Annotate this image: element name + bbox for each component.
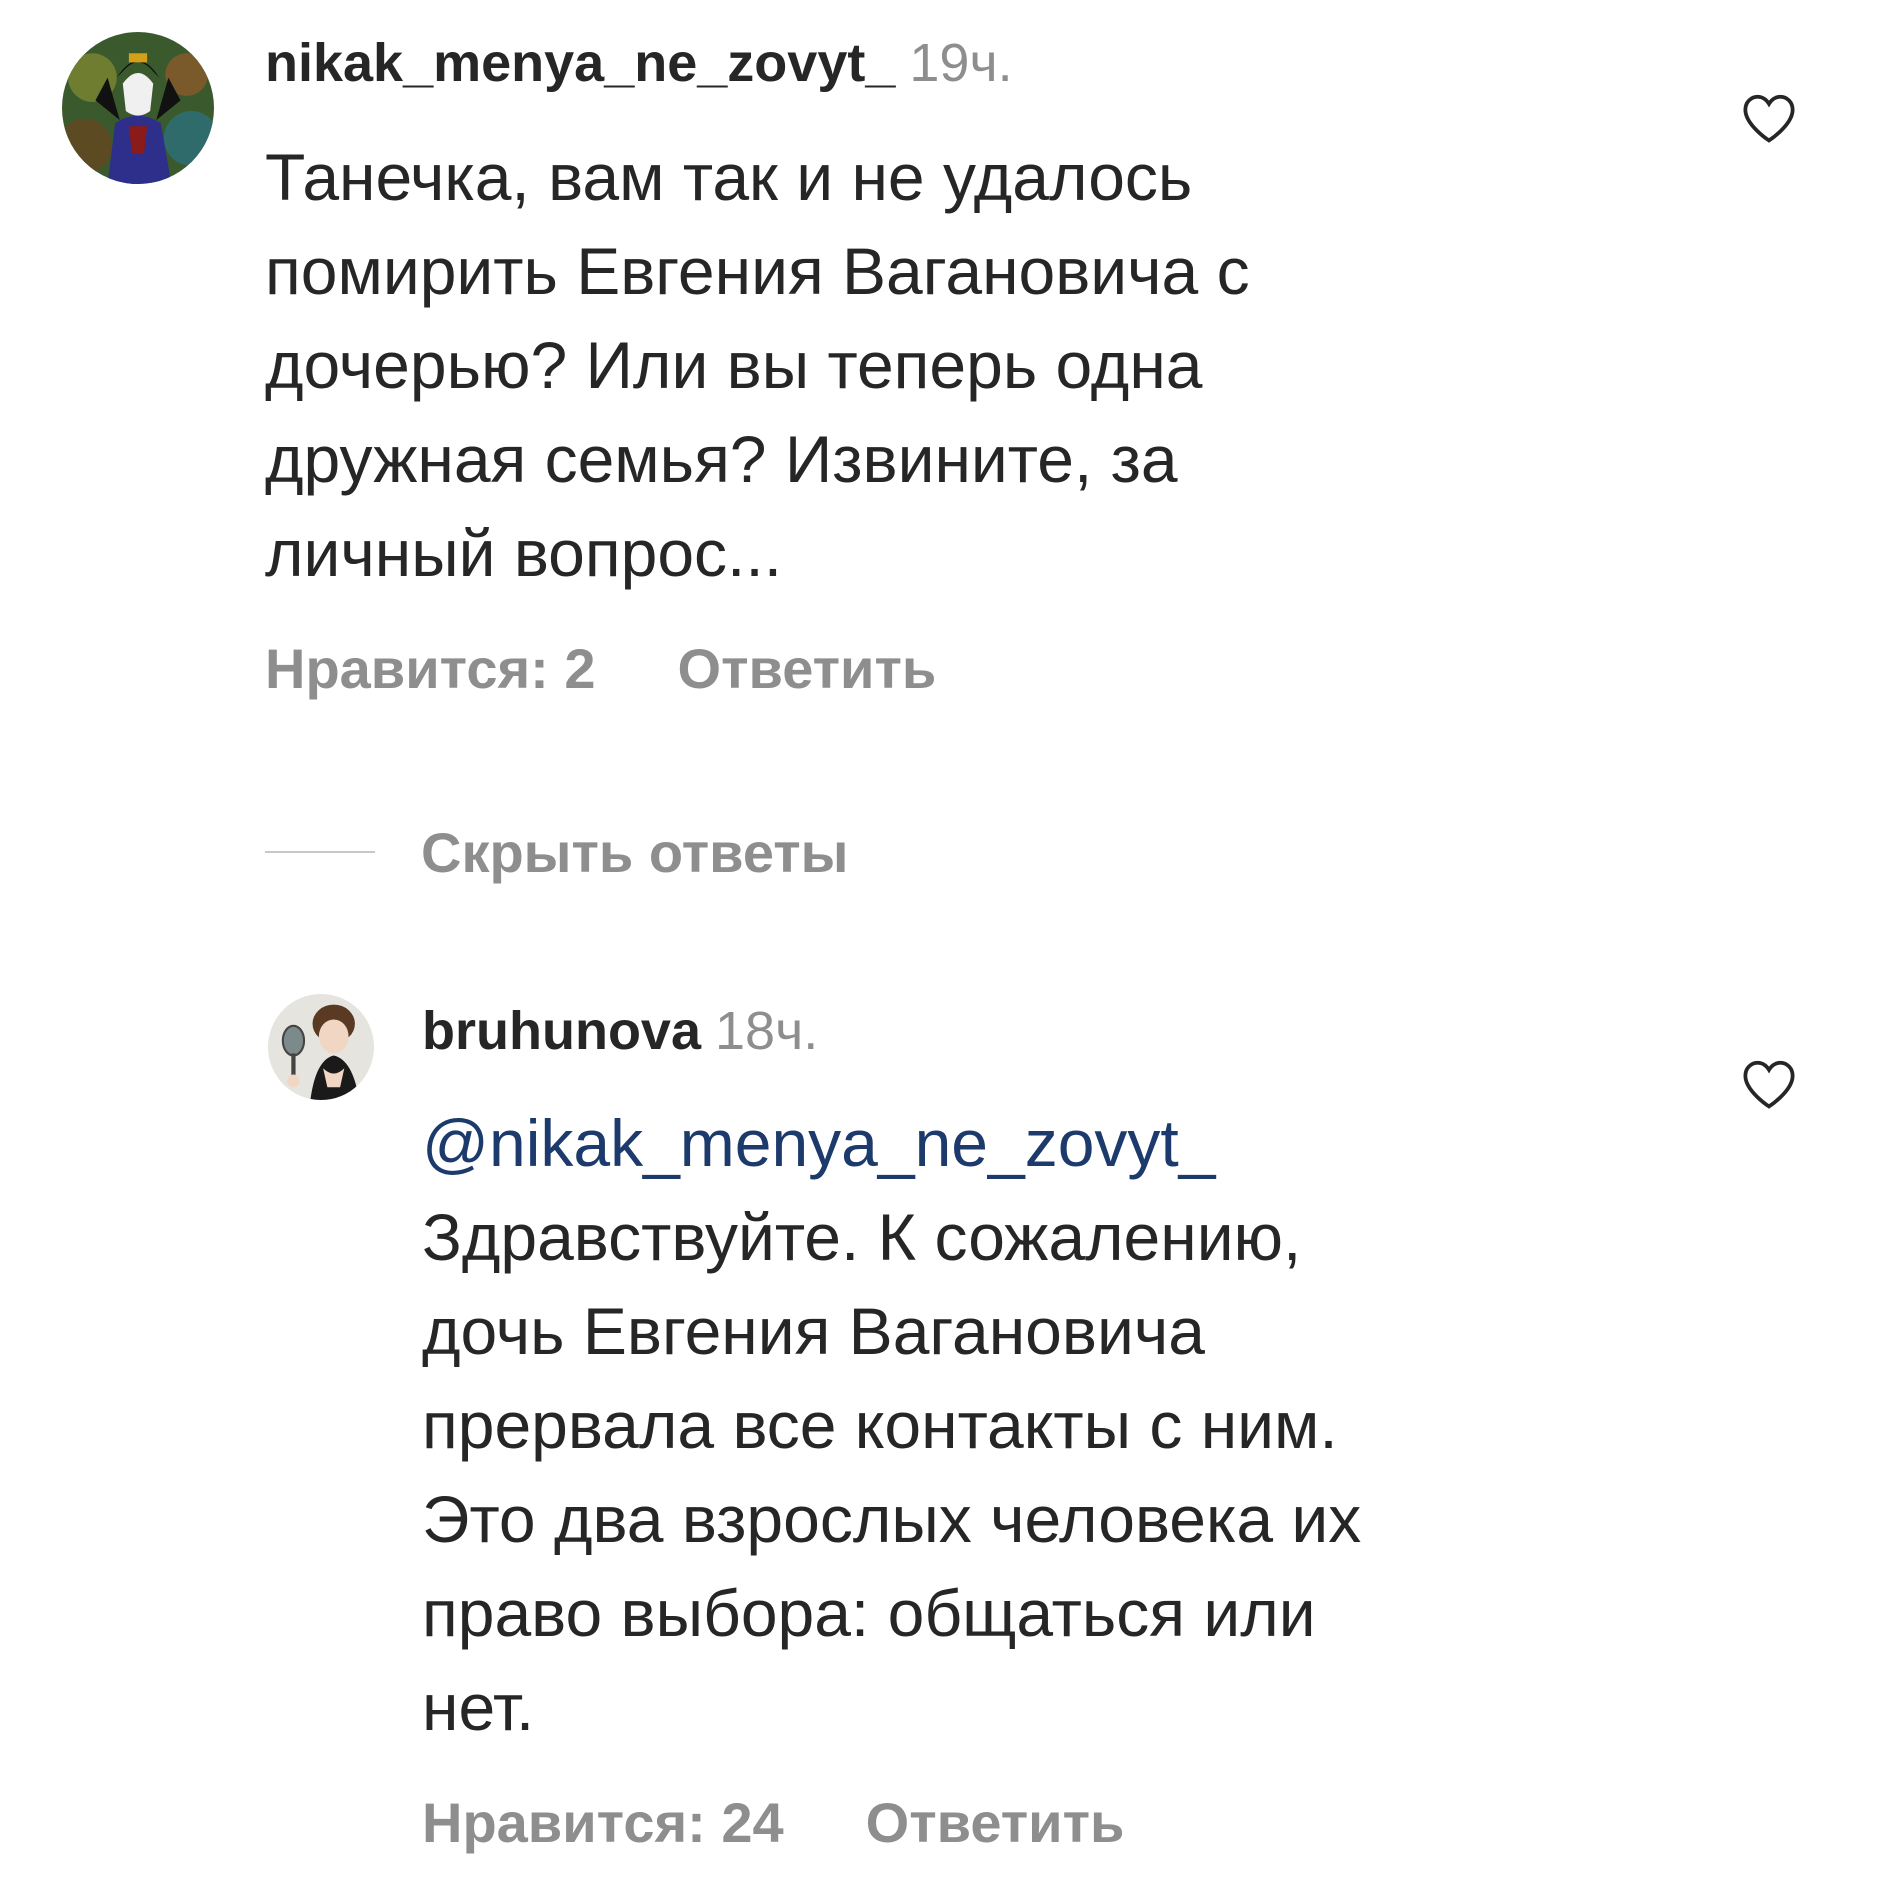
divider-dash — [265, 851, 375, 853]
comment-text: Танечка, вам так и не удалось помирить Е… — [265, 130, 1250, 600]
comment-text-line: дочерью? Или вы теперь одна — [265, 328, 1203, 402]
woman-with-mirror-avatar-icon — [268, 994, 374, 1100]
reply-text-line: Здравствуйте. К сожалению, — [422, 1200, 1302, 1274]
comment-time: 19ч. — [909, 33, 1013, 93]
comment-text-line: Танечка, вам так и не удалось — [265, 140, 1193, 214]
evil-queen-avatar-icon — [62, 32, 214, 184]
reply-text-line: Это два взрослых человека их — [422, 1482, 1362, 1556]
user-mention-link[interactable]: @nikak_menya_ne_zovyt_ — [422, 1096, 1361, 1190]
like-heart-icon[interactable] — [1740, 92, 1798, 144]
likes-count-button[interactable]: Нравится: 24 — [422, 1791, 784, 1854]
reply-actions: Нравится: 24 Ответить — [422, 1790, 1124, 1855]
hide-replies-button[interactable]: Скрыть ответы — [265, 812, 849, 892]
reply-text-line: нет. — [422, 1670, 535, 1744]
user-avatar[interactable] — [268, 994, 374, 1100]
comment-text-line: личный вопрос... — [265, 516, 783, 590]
comment-text-line: дружная семья? Извините, за — [265, 422, 1178, 496]
reply-username[interactable]: bruhunova — [422, 1001, 701, 1061]
comment-actions: Нравится: 2 Ответить — [265, 636, 936, 701]
hide-replies-label: Скрыть ответы — [421, 820, 849, 884]
reply-button[interactable]: Ответить — [866, 1791, 1125, 1854]
user-avatar[interactable] — [62, 32, 214, 184]
comment-username[interactable]: nikak_menya_ne_zovyt_ — [265, 33, 895, 93]
reply-button[interactable]: Ответить — [678, 637, 937, 700]
reply-header: bruhunova 18ч. — [422, 1004, 818, 1058]
reply-time: 18ч. — [715, 1001, 819, 1061]
reply-text: @nikak_menya_ne_zovyt_ Здравствуйте. К с… — [422, 1096, 1361, 1754]
like-heart-icon[interactable] — [1740, 1058, 1798, 1110]
comment-header: nikak_menya_ne_zovyt_ 19ч. — [265, 36, 1013, 90]
likes-count-button[interactable]: Нравится: 2 — [265, 637, 596, 700]
reply-text-line: право выбора: общаться или — [422, 1576, 1316, 1650]
reply-text-line: прервала все контакты с ним. — [422, 1388, 1338, 1462]
comment-text-line: помирить Евгения Вагановича с — [265, 234, 1250, 308]
reply-text-line: дочь Евгения Вагановича — [422, 1294, 1205, 1368]
